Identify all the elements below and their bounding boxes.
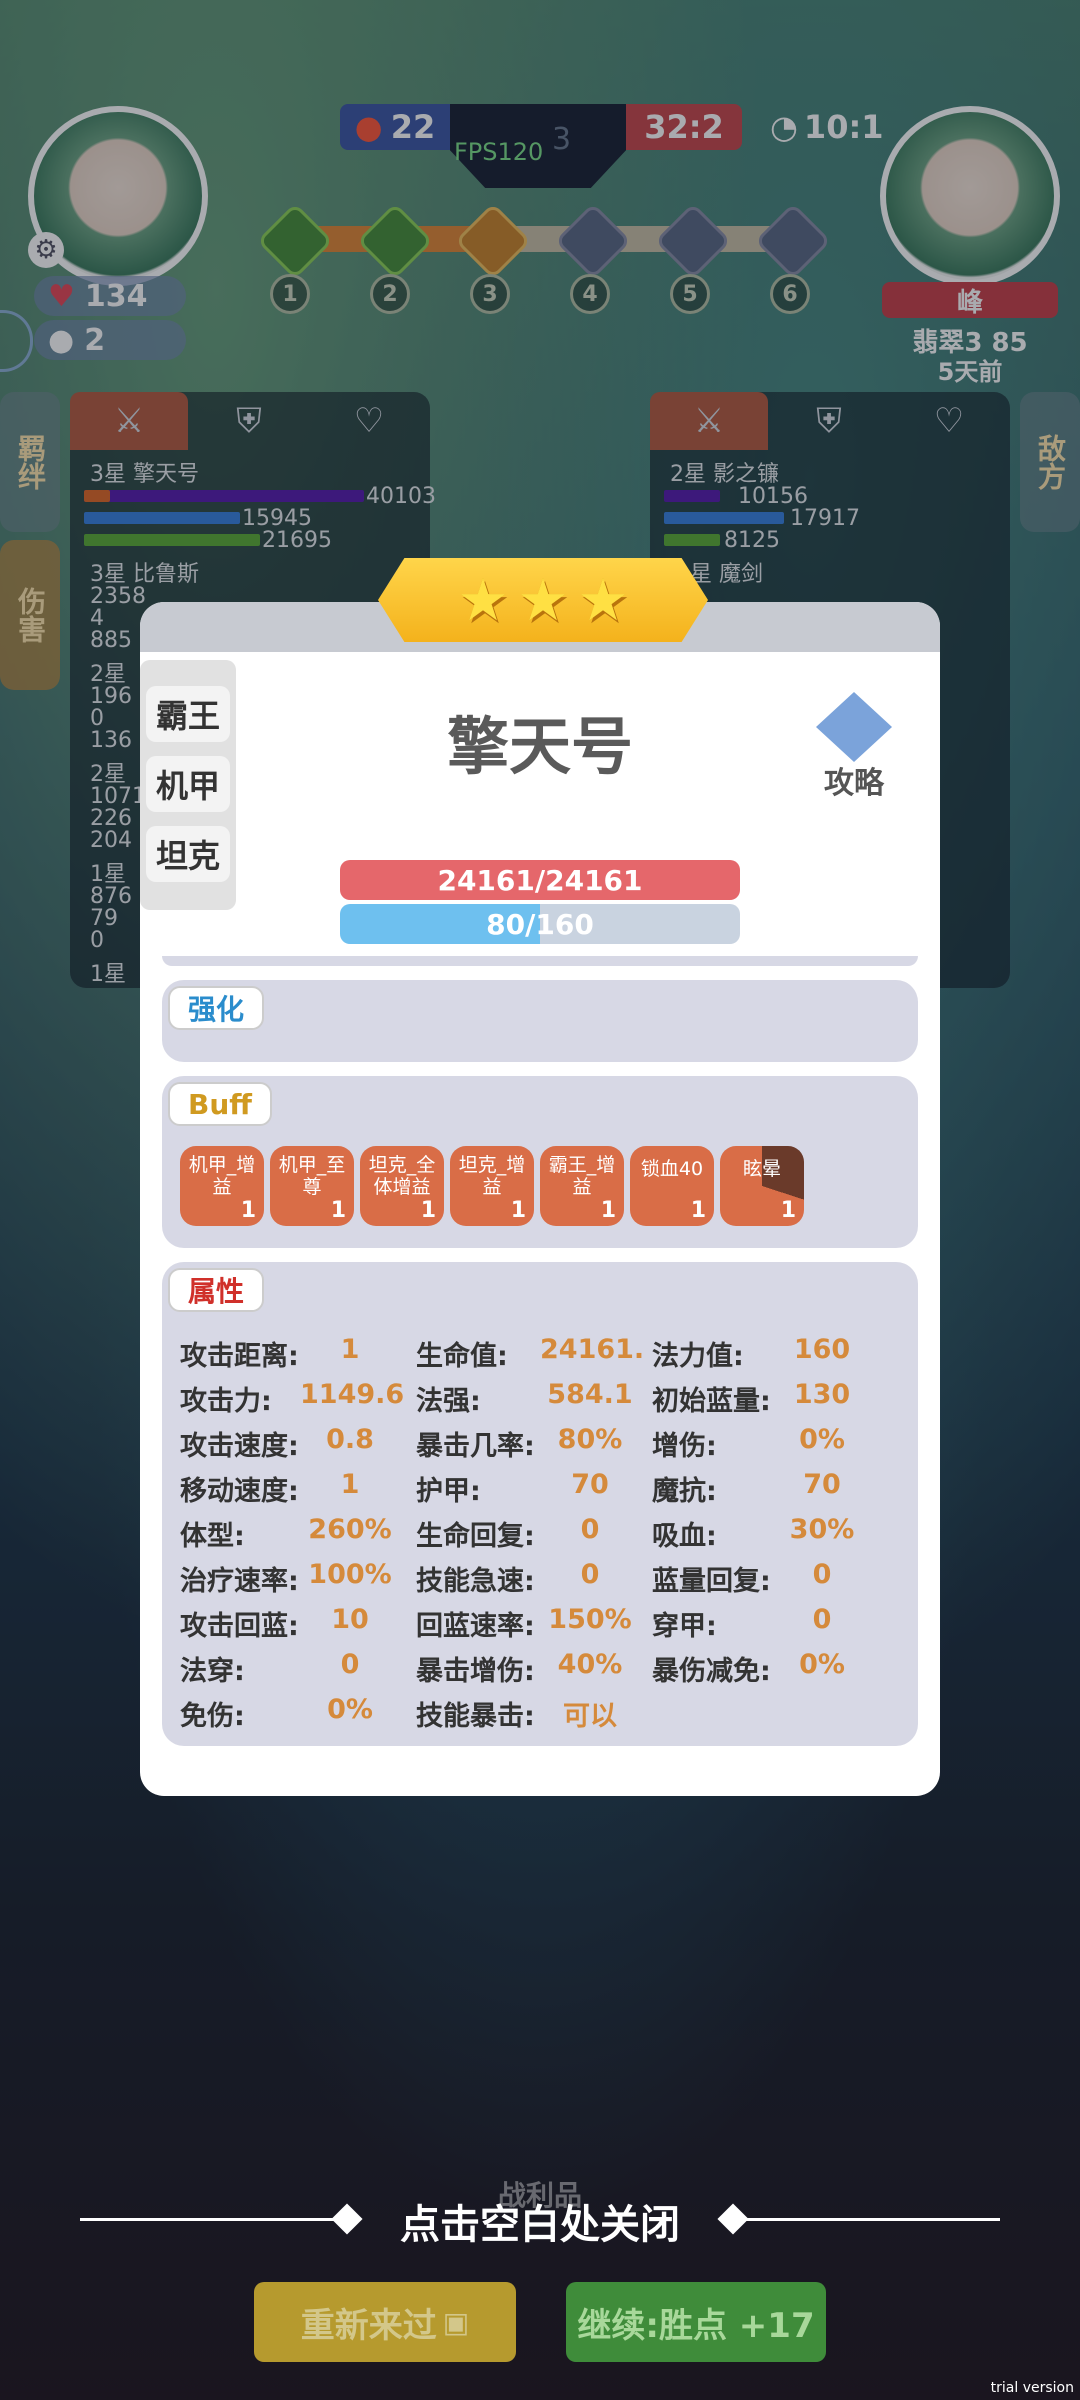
attribute-key: 攻击距离: [180, 1341, 299, 1372]
attribute-key: 攻击速度: [180, 1431, 299, 1462]
attribute-key: 技能暴击: [416, 1701, 535, 1732]
guide-button[interactable]: 攻略 [806, 692, 902, 801]
attribute-value: 70 [571, 1469, 609, 1500]
buff-item[interactable]: 锁血40 1 [630, 1146, 714, 1226]
star-icon: ★ [577, 566, 629, 634]
buff-item[interactable]: 坦克_全体增益 1 [360, 1146, 444, 1226]
attribute-value: 10 [331, 1604, 369, 1635]
attribute-value: 0% [799, 1649, 845, 1680]
trait-tag[interactable]: 坦克 [146, 826, 230, 882]
attribute-value: 1 [340, 1334, 360, 1365]
mana-bar: 80/160 [340, 904, 740, 944]
continue-button[interactable]: 继续:胜点 +17 [566, 2282, 826, 2362]
attribute-key: 移动速度: [180, 1476, 299, 1507]
attribute-key: 技能急速: [416, 1566, 535, 1597]
attribute-key: 生命回复: [416, 1521, 535, 1552]
attribute-key: 吸血: [652, 1521, 717, 1552]
buff-count: 1 [330, 1198, 346, 1223]
trait-tag[interactable]: 霸王 [146, 686, 230, 742]
attribute-value: 80% [557, 1424, 623, 1455]
attribute-key: 攻击力: [180, 1386, 272, 1417]
attribute-value: 0% [327, 1694, 373, 1725]
guide-label: 攻略 [824, 766, 884, 801]
attribute-value: 1149.6 [300, 1379, 405, 1410]
video-icon: ▣ [442, 2305, 470, 2339]
attribute-value: 260% [308, 1514, 392, 1545]
attribute-key: 暴伤减免: [652, 1656, 771, 1687]
buff-count: 1 [780, 1198, 796, 1223]
attribute-key: 法强: [416, 1386, 481, 1417]
enhance-label: 强化 [168, 986, 265, 1030]
attribute-value: 0 [812, 1559, 832, 1590]
buff-count: 1 [600, 1198, 616, 1223]
section-divider [162, 956, 918, 966]
attribute-key: 护甲: [416, 1476, 481, 1507]
buff-name: 眩晕 [742, 1158, 781, 1180]
attribute-key: 法穿: [180, 1656, 245, 1687]
attribute-key: 免伤: [180, 1701, 245, 1732]
attribute-value: 130 [793, 1379, 851, 1410]
trait-tag[interactable]: 机甲 [146, 756, 230, 812]
attribute-key: 穿甲: [652, 1611, 717, 1642]
hp-bar: 24161/24161 [340, 860, 740, 900]
attribute-key: 魔抗: [652, 1476, 717, 1507]
attribute-key: 暴击几率: [416, 1431, 535, 1462]
buff-count: 1 [420, 1198, 436, 1223]
attribute-key: 体型: [180, 1521, 245, 1552]
attribute-key: 治疗速率: [180, 1566, 299, 1597]
buff-item[interactable]: 坦克_增益 1 [450, 1146, 534, 1226]
attribute-value: 30% [789, 1514, 855, 1545]
attribute-value: 0 [340, 1649, 360, 1680]
attribute-key: 初始蓝量: [652, 1386, 771, 1417]
attribute-value: 0 [580, 1559, 600, 1590]
buff-item[interactable]: 眩晕 1 [720, 1146, 804, 1226]
buff-item[interactable]: 机甲_至尊 1 [270, 1146, 354, 1226]
attribute-key: 增伤: [652, 1431, 717, 1462]
buff-label: Buff [168, 1082, 272, 1126]
attribute-value: 可以 [563, 1701, 617, 1732]
attribute-label: 属性 [168, 1268, 265, 1312]
buff-name: 坦克_增益 [458, 1154, 526, 1198]
attribute-value: 70 [803, 1469, 841, 1500]
watermark: trial version [990, 2380, 1074, 2396]
buff-name: 机甲_至尊 [278, 1154, 346, 1198]
buff-count: 1 [510, 1198, 526, 1223]
star-icon: ★ [457, 566, 509, 634]
attribute-value: 24161. [540, 1334, 645, 1365]
attribute-key: 暴击增伤: [416, 1656, 535, 1687]
buff-item[interactable]: 霸王_增益 1 [540, 1146, 624, 1226]
attribute-key: 生命值: [416, 1341, 508, 1372]
unit-title: 擎天号 [446, 710, 633, 783]
attribute-value: 0 [580, 1514, 600, 1545]
attribute-value: 150% [548, 1604, 632, 1635]
star-rating: ★ ★ ★ [378, 558, 708, 642]
attribute-key: 回蓝速率: [416, 1611, 535, 1642]
enhance-section: 强化 [162, 980, 918, 1062]
buff-name: 机甲_增益 [188, 1154, 256, 1198]
attribute-value: 0 [812, 1604, 832, 1635]
buff-name: 锁血40 [640, 1158, 704, 1180]
attribute-value: 1 [340, 1469, 360, 1500]
close-hint[interactable]: 点击空白处关闭 [0, 2192, 1080, 2250]
buff-count: 1 [240, 1198, 256, 1223]
attribute-value: 100% [308, 1559, 392, 1590]
attribute-value: 160 [793, 1334, 851, 1365]
buff-name: 坦克_全体增益 [368, 1154, 436, 1198]
star-icon: ★ [517, 566, 569, 634]
attribute-key: 攻击回蓝: [180, 1611, 299, 1642]
retry-button[interactable]: 重新来过 ▣ [254, 2282, 516, 2362]
attribute-value: 0.8 [326, 1424, 374, 1455]
retry-label: 重新来过 [300, 2305, 437, 2346]
buff-item[interactable]: 机甲_增益 1 [180, 1146, 264, 1226]
buff-count: 1 [690, 1198, 706, 1223]
attribute-value: 584.1 [547, 1379, 633, 1410]
attribute-value: 0% [799, 1424, 845, 1455]
attribute-value: 40% [557, 1649, 623, 1680]
attribute-key: 蓝量回复: [652, 1566, 771, 1597]
graduation-cap-icon [816, 692, 892, 762]
attribute-key: 法力值: [652, 1341, 744, 1372]
buff-name: 霸王_增益 [548, 1154, 616, 1198]
